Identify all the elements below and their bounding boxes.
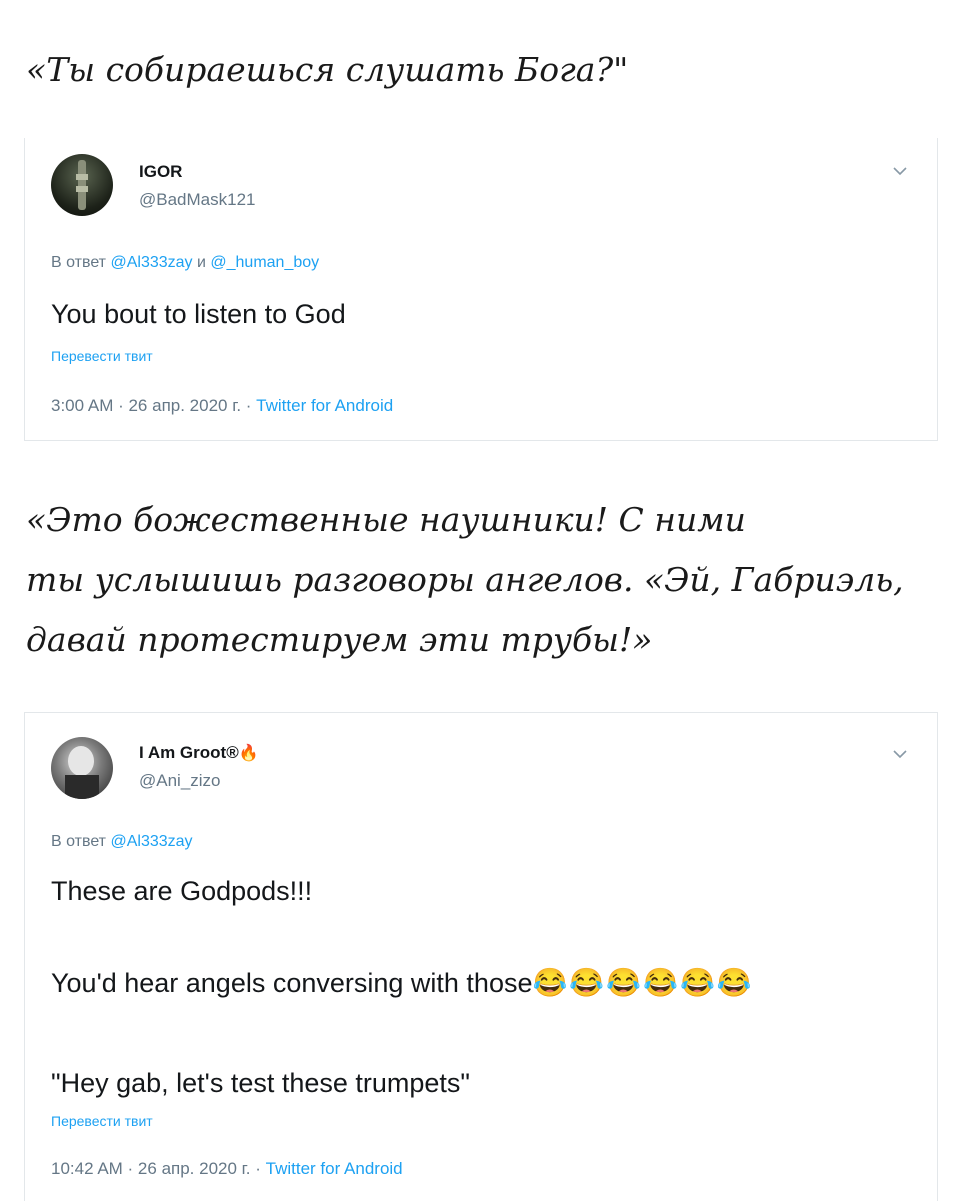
caption-line: «Это божественные наушники! С ними <box>26 500 746 539</box>
reply-prefix: В ответ <box>51 833 107 850</box>
tweet-text-line: You'd hear angels conversing with those😂… <box>51 965 911 1001</box>
avatar[interactable] <box>51 737 113 799</box>
reply-context: В ответ @Al333zay и @_human_boy <box>51 254 319 272</box>
tweet-source[interactable]: Twitter for Android <box>266 1159 403 1178</box>
tweet-source[interactable]: Twitter for Android <box>256 396 393 415</box>
tweet-text: You bout to listen to God <box>51 299 346 329</box>
caption-line: «Ты собираешься слушать Бога?" <box>26 50 629 89</box>
tweet-timestamp[interactable]: 10:42 AM · 26 апр. 2020 г. · <box>51 1159 266 1178</box>
fire-icon: 🔥 <box>238 745 259 762</box>
avatar-icon <box>65 746 99 799</box>
reply-mention[interactable]: @_human_boy <box>210 254 319 271</box>
display-name[interactable]: IGOR <box>139 162 182 182</box>
avatar-icon <box>76 160 88 210</box>
caption-line: ты услышишь разговоры ангелов. «Эй, Габр… <box>26 560 904 599</box>
laughing-tears-emoji-icon: 😂😂😂😂😂😂 <box>532 967 754 998</box>
tweet-card[interactable]: I Am Groot®🔥 @Ani_zizo В ответ @Al333zay… <box>24 712 938 1201</box>
caption-line: давай протестируем эти трубы!» <box>26 620 653 659</box>
chevron-down-icon[interactable] <box>891 162 909 180</box>
reply-joiner: и <box>196 254 206 271</box>
display-name-text: I Am Groot® <box>139 743 239 762</box>
user-handle[interactable]: @Ani_zizo <box>139 771 221 791</box>
user-handle[interactable]: @BadMask121 <box>139 190 256 210</box>
tweet-text-line: These are Godpods!!! <box>51 876 313 906</box>
reply-mention[interactable]: @Al333zay <box>110 833 192 850</box>
reply-mention[interactable]: @Al333zay <box>110 254 192 271</box>
translate-link[interactable]: Перевести твит <box>51 348 153 364</box>
caption-question: «Ты собираешься слушать Бога?" <box>26 40 936 100</box>
caption-godpods: «Это божественные наушники! С ними ты ус… <box>26 490 936 670</box>
tweet-text-line: "Hey gab, let's test these trumpets" <box>51 1068 471 1098</box>
reply-prefix: В ответ <box>51 254 107 271</box>
display-name[interactable]: I Am Groot®🔥 <box>139 743 259 763</box>
avatar[interactable] <box>51 154 113 216</box>
tweet-card[interactable]: IGOR @BadMask121 В ответ @Al333zay и @_h… <box>24 138 938 441</box>
reply-context: В ответ @Al333zay <box>51 833 193 851</box>
chevron-down-icon[interactable] <box>891 745 909 763</box>
tweet-meta: 10:42 AM · 26 апр. 2020 г. · Twitter for… <box>51 1159 403 1179</box>
tweet-text-span: You'd hear angels conversing with those <box>51 968 533 998</box>
translate-link[interactable]: Перевести твит <box>51 1113 153 1129</box>
tweet-timestamp[interactable]: 3:00 AM · 26 апр. 2020 г. · <box>51 396 256 415</box>
tweet-meta: 3:00 AM · 26 апр. 2020 г. · Twitter for … <box>51 396 393 416</box>
